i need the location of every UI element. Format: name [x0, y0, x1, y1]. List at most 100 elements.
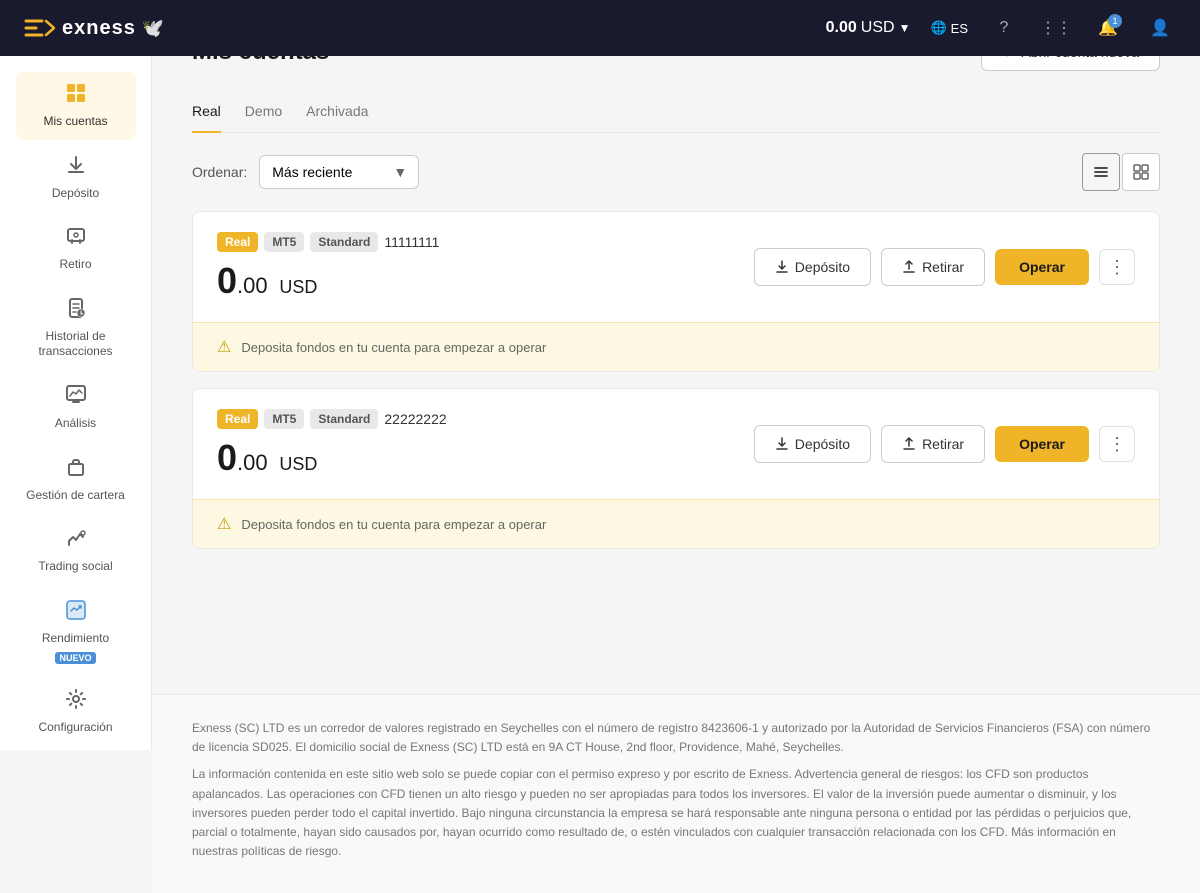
sidebar-item-label-mis-cuentas: Mis cuentas: [43, 114, 107, 130]
operate-label-1: Operar: [1019, 259, 1065, 275]
apps-button[interactable]: ⋮⋮: [1040, 12, 1072, 44]
sidebar-item-analisis[interactable]: Análisis: [16, 374, 136, 442]
performance-icon: [65, 599, 87, 627]
view-toggle: [1082, 153, 1160, 191]
main-content: Mis cuentas ⊕ Abrir cuenta nueva Real De…: [152, 0, 1200, 694]
footer-legal-2: La información contenida en este sitio w…: [192, 765, 1160, 861]
tab-demo[interactable]: Demo: [245, 95, 282, 133]
more-button-2[interactable]: ⋮: [1099, 426, 1135, 462]
withdraw-icon: [65, 225, 87, 253]
operate-button-2[interactable]: Operar: [995, 426, 1089, 462]
sidebar-item-rendimiento[interactable]: Rendimiento NUEVO: [16, 589, 136, 675]
account-balance-2: 0.00 USD: [217, 437, 447, 479]
sidebar-item-label-analisis: Análisis: [55, 416, 96, 432]
warning-icon-1: ⚠: [217, 337, 231, 357]
account-warning-2: ⚠ Deposita fondos en tu cuenta para empe…: [193, 499, 1159, 548]
sort-select[interactable]: Más reciente Más antiguo Mayor balance M…: [259, 155, 419, 189]
grid-view-icon: [1132, 163, 1150, 181]
balance-currency-1: USD: [279, 277, 317, 297]
tag-real-1: Real: [217, 232, 258, 252]
notification-button[interactable]: 🔔 1: [1092, 12, 1124, 44]
sidebar-item-label-retiro: Retiro: [59, 257, 91, 273]
operate-button-1[interactable]: Operar: [995, 249, 1089, 285]
deposit-label-1: Depósito: [795, 259, 850, 275]
tab-real-label: Real: [192, 103, 221, 119]
logo-text: exness: [62, 17, 136, 40]
notification-badge: 1: [1108, 14, 1122, 28]
warning-text-2: Deposita fondos en tu cuenta para empeza…: [241, 517, 546, 532]
language-selector[interactable]: 🌐 ES: [930, 20, 968, 36]
withdraw-icon-1: [902, 260, 916, 274]
account-left-1: Real MT5 Standard 11111111 0.00 USD: [217, 232, 439, 302]
new-badge: NUEVO: [55, 652, 95, 664]
header-right: 0.00 USD ▼ 🌐 ES ? ⋮⋮ 🔔 1 👤: [826, 12, 1176, 44]
deposit-icon-1: [775, 260, 789, 274]
sidebar-item-label-configuracion: Configuración: [38, 720, 112, 736]
account-tags-1: Real MT5 Standard 11111111: [217, 232, 439, 252]
sidebar-item-deposito[interactable]: Depósito: [16, 144, 136, 212]
portfolio-icon: [65, 456, 87, 484]
account-right-2: Depósito Retirar Operar ⋮: [754, 425, 1135, 463]
filter-row: Ordenar: Más reciente Más antiguo Mayor …: [192, 153, 1160, 191]
sidebar-item-label-historial: Historial de transacciones: [24, 329, 128, 360]
deposit-icon: [65, 154, 87, 182]
balance-value: 0.00: [826, 19, 857, 37]
sidebar-item-gestion[interactable]: Gestión de cartera: [16, 446, 136, 514]
globe-icon: 🌐: [930, 20, 946, 36]
social-trading-icon: [65, 527, 87, 555]
balance-display[interactable]: 0.00 USD ▼: [826, 19, 911, 37]
balance-dropdown-icon: ▼: [899, 21, 911, 35]
tab-archivada[interactable]: Archivada: [306, 95, 368, 133]
footer: Exness (SC) LTD es un corredor de valore…: [152, 694, 1200, 893]
account-right-1: Depósito Retirar Operar ⋮: [754, 248, 1135, 286]
tag-account-type-2: Standard: [310, 409, 378, 429]
sidebar-item-historial[interactable]: Historial de transacciones: [16, 287, 136, 370]
withdraw-button-1[interactable]: Retirar: [881, 248, 985, 286]
tab-demo-label: Demo: [245, 103, 282, 119]
balance-decimal-2: .00: [237, 450, 268, 475]
sidebar-item-label-trading-social: Trading social: [38, 559, 112, 575]
filter-label: Ordenar:: [192, 164, 247, 180]
sidebar-item-label-rendimiento: Rendimiento: [42, 631, 109, 647]
deposit-button-2[interactable]: Depósito: [754, 425, 871, 463]
help-button[interactable]: ?: [988, 12, 1020, 44]
user-icon: 👤: [1150, 18, 1170, 38]
list-view-button[interactable]: [1082, 153, 1120, 191]
sidebar-item-configuracion[interactable]: Configuración: [16, 678, 136, 746]
header: exness 🕊️ 0.00 USD ▼ 🌐 ES ? ⋮⋮ 🔔 1 👤: [0, 0, 1200, 56]
balance-whole-1: 0: [217, 260, 237, 301]
filter-left: Ordenar: Más reciente Más antiguo Mayor …: [192, 155, 419, 189]
tag-platform-2: MT5: [264, 409, 304, 429]
tag-real-2: Real: [217, 409, 258, 429]
profile-button[interactable]: 👤: [1144, 12, 1176, 44]
logo-bird: 🕊️: [142, 18, 164, 39]
deposit-label-2: Depósito: [795, 436, 850, 452]
tab-archivada-label: Archivada: [306, 103, 368, 119]
history-icon: [65, 297, 87, 325]
sidebar-item-mis-cuentas[interactable]: Mis cuentas: [16, 72, 136, 140]
analysis-icon: [65, 384, 87, 412]
sidebar-item-trading-social[interactable]: Trading social: [16, 517, 136, 585]
sort-select-wrapper: Más reciente Más antiguo Mayor balance M…: [259, 155, 419, 189]
grid-view-button[interactable]: [1122, 153, 1160, 191]
header-left: exness 🕊️: [24, 17, 164, 40]
more-button-1[interactable]: ⋮: [1099, 249, 1135, 285]
account-card-2: Real MT5 Standard 22222222 0.00 USD Depó…: [192, 388, 1160, 549]
withdraw-button-2[interactable]: Retirar: [881, 425, 985, 463]
sidebar-item-retiro[interactable]: Retiro: [16, 215, 136, 283]
warning-icon-2: ⚠: [217, 514, 231, 534]
balance-currency-2: USD: [279, 454, 317, 474]
withdraw-icon-2: [902, 437, 916, 451]
account-number-1: 11111111: [384, 234, 439, 250]
language-label: ES: [951, 21, 968, 36]
withdraw-label-1: Retirar: [922, 259, 964, 275]
tab-real[interactable]: Real: [192, 95, 221, 133]
account-number-2: 22222222: [384, 411, 446, 427]
operate-label-2: Operar: [1019, 436, 1065, 452]
tag-platform-1: MT5: [264, 232, 304, 252]
footer-legal-1: Exness (SC) LTD es un corredor de valore…: [192, 719, 1160, 757]
account-left-2: Real MT5 Standard 22222222 0.00 USD: [217, 409, 447, 479]
balance-whole-2: 0: [217, 437, 237, 478]
settings-icon: [65, 688, 87, 716]
deposit-button-1[interactable]: Depósito: [754, 248, 871, 286]
